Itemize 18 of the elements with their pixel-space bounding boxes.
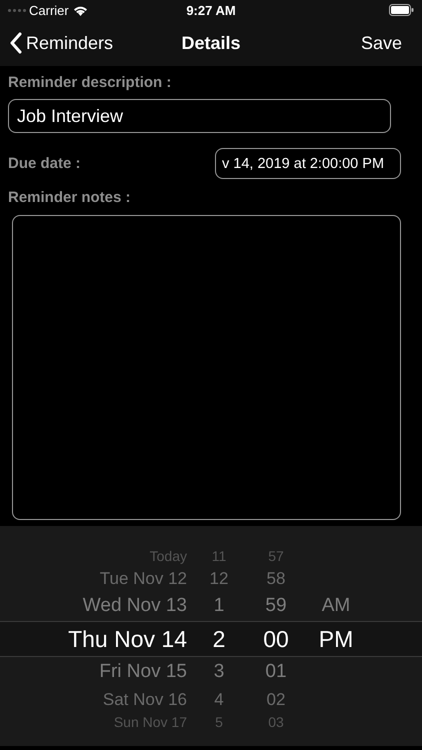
picker-row[interactable]: Wed Nov 13 1 59 AM (0, 591, 422, 621)
save-button[interactable]: Save (360, 32, 412, 54)
picker-row[interactable]: Fri Nov 15 3 01 (0, 657, 422, 687)
back-button[interactable]: Reminders (10, 32, 114, 54)
field-label: Reminder notes : (8, 189, 132, 206)
screen-title: Details (180, 32, 242, 54)
field-label: Reminder description : (8, 74, 172, 91)
chevron-left-icon (10, 32, 22, 54)
due-date-field[interactable]: v 14, 2019 at 2:00:00 PM (215, 148, 401, 179)
notes-field[interactable] (12, 215, 401, 520)
description-field[interactable]: Job Interview (8, 99, 391, 133)
date-picker[interactable]: Today 11 57 Tue Nov 12 12 58 Wed Nov 13 1 59 AM Thu Nov 14 2 00 PM Fri Nov 15 3 01 Sat Nov 16 4 02 Sun Nov 17 5 03 (0, 526, 422, 746)
battery-icon (389, 4, 414, 16)
picker-row[interactable]: Thu Nov 14 2 00 PM (0, 621, 422, 657)
field-label: Due date : (8, 155, 81, 172)
carrier-name: Carrier (29, 2, 69, 18)
wifi-icon (72, 4, 88, 16)
clock-time: 9:27 AM (185, 3, 237, 18)
